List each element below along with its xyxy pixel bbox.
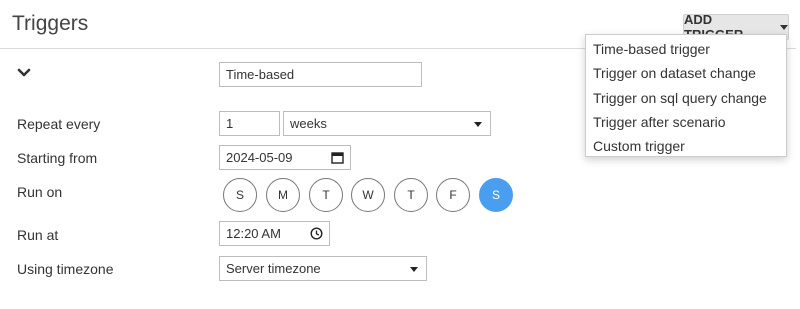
timezone-label: Using timezone — [17, 261, 114, 277]
day-friday-toggle[interactable]: F — [436, 178, 470, 212]
menu-item-after-scenario[interactable]: Trigger after scenario — [586, 110, 786, 134]
run-at-label: Run at — [17, 227, 59, 243]
dropdown-arrow-icon — [410, 267, 418, 272]
page-title: Triggers — [12, 12, 89, 35]
run-on-label: Run on — [17, 184, 63, 200]
day-sunday-toggle[interactable]: S — [223, 178, 257, 212]
start-date-input[interactable]: 2024-05-09 — [219, 145, 351, 170]
day-tuesday-toggle[interactable]: T — [309, 178, 343, 212]
chevron-down-icon[interactable] — [17, 67, 31, 79]
day-wednesday-toggle[interactable]: W — [351, 178, 385, 212]
run-at-value: 12:20 AM — [226, 226, 281, 241]
caret-down-icon — [780, 24, 788, 30]
trigger-name-input[interactable]: Time-based — [219, 62, 422, 87]
day-saturday-toggle[interactable]: S — [479, 178, 513, 212]
menu-item-dataset-change[interactable]: Trigger on dataset change — [586, 61, 786, 85]
add-trigger-menu: Time-based trigger Trigger on dataset ch… — [585, 34, 787, 157]
repeat-unit-value: weeks — [290, 116, 327, 131]
timezone-select[interactable]: Server timezone — [219, 256, 427, 281]
clock-icon[interactable] — [310, 227, 323, 240]
start-date-value: 2024-05-09 — [226, 150, 293, 165]
day-monday-toggle[interactable]: M — [266, 178, 300, 212]
repeat-every-label: Repeat every — [17, 116, 101, 132]
day-thursday-toggle[interactable]: T — [394, 178, 428, 212]
calendar-icon[interactable] — [331, 151, 344, 164]
menu-item-time-based[interactable]: Time-based trigger — [586, 37, 786, 61]
timezone-value: Server timezone — [226, 261, 321, 276]
menu-item-sql-query-change[interactable]: Trigger on sql query change — [586, 86, 786, 110]
run-at-time-input[interactable]: 12:20 AM — [219, 221, 330, 246]
menu-item-custom[interactable]: Custom trigger — [586, 134, 786, 158]
starting-from-label: Starting from — [17, 150, 98, 166]
repeat-unit-select[interactable]: weeks — [283, 111, 491, 136]
dropdown-arrow-icon — [474, 122, 482, 127]
repeat-count-input[interactable]: 1 — [219, 111, 280, 136]
